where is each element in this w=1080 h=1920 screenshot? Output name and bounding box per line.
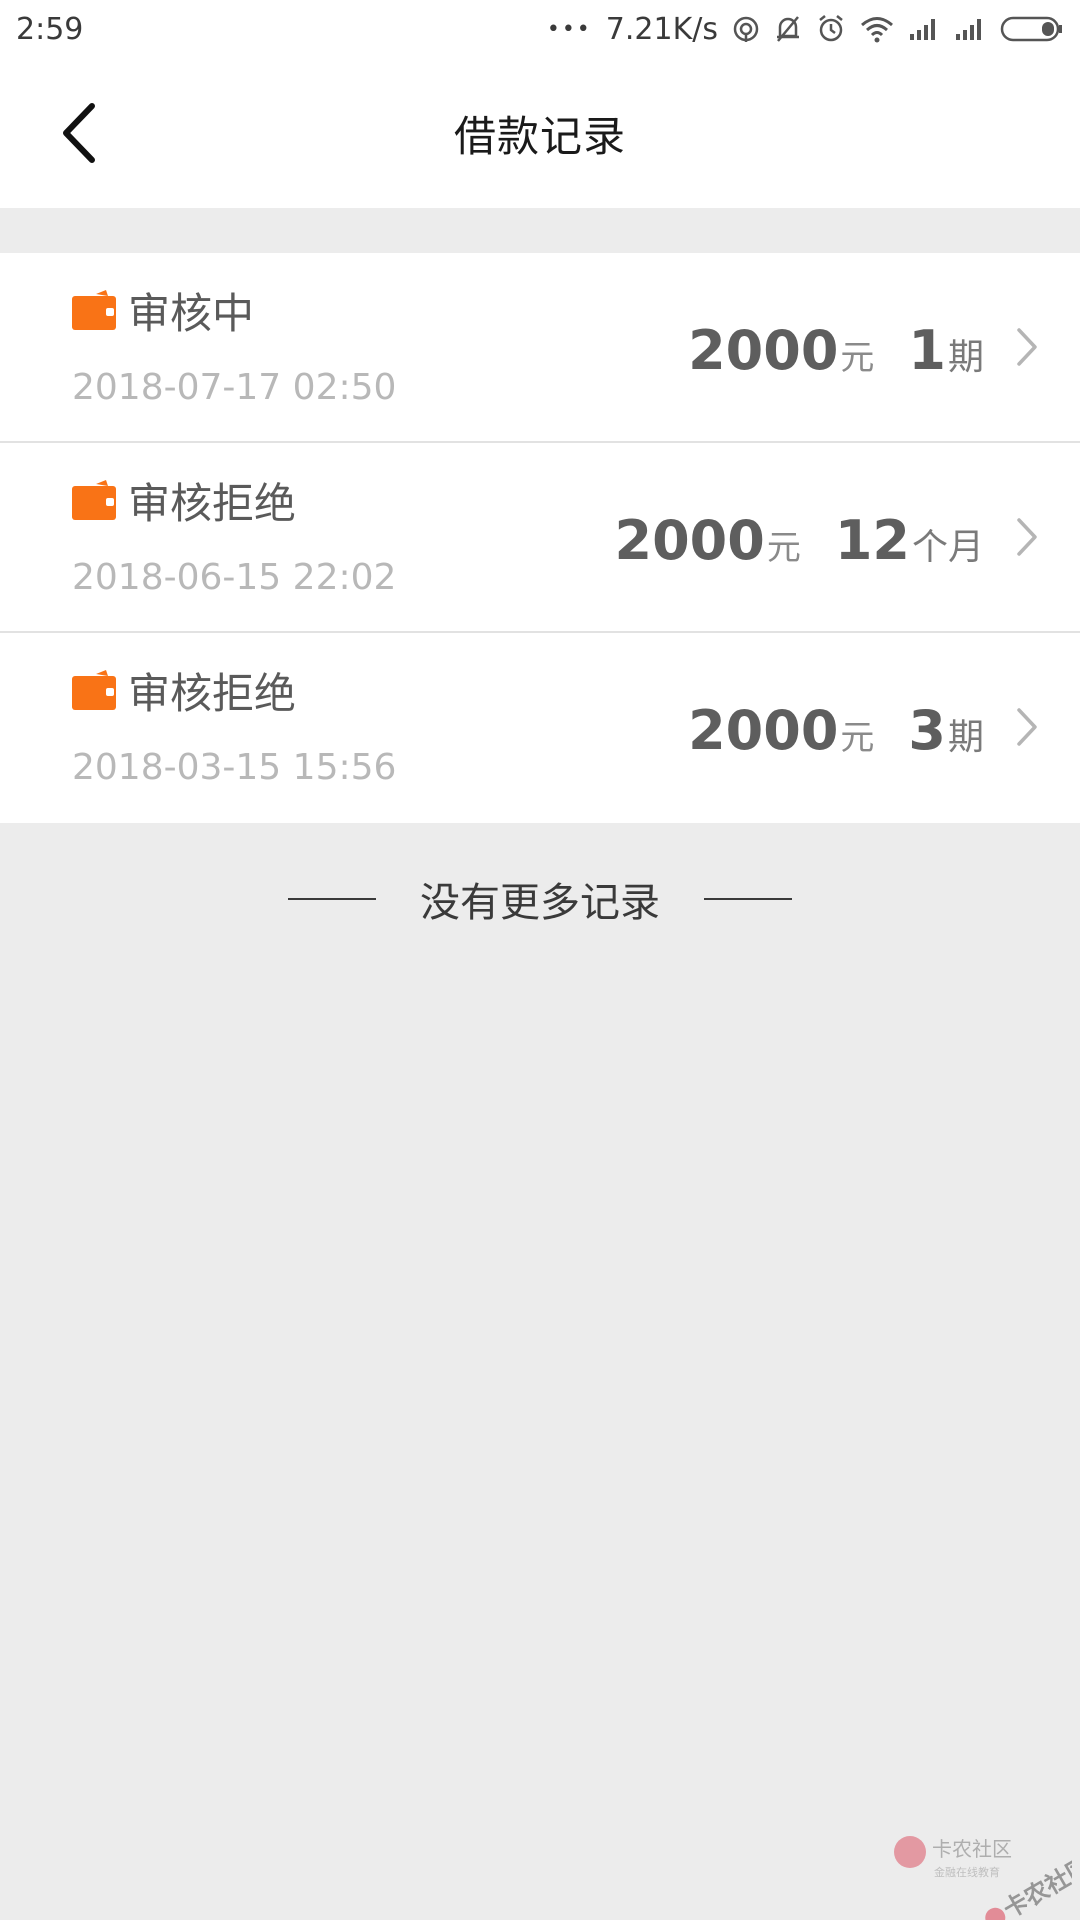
status-icons: ••• 7.21K/s — [547, 12, 1064, 47]
network-speed: 7.21K/s — [605, 11, 718, 47]
wifi-icon — [860, 15, 894, 43]
list-item[interactable]: 审核中 2018-07-17 02:50 2000 元 1 期 — [0, 253, 1080, 443]
record-summary: 2000 元 12 个月 — [615, 509, 984, 572]
record-summary: 2000 元 1 期 — [688, 319, 984, 382]
list-item[interactable]: 审核拒绝 2018-03-15 15:56 2000 元 3 期 — [0, 633, 1080, 823]
record-status: 审核拒绝 — [128, 669, 297, 718]
battery-icon — [1000, 15, 1064, 43]
status-time: 2:59 — [16, 11, 84, 47]
record-term: 3 — [908, 699, 946, 762]
record-date: 2018-03-15 15:56 — [72, 747, 397, 788]
record-term: 12 — [834, 509, 910, 572]
record-list: 审核中 2018-07-17 02:50 2000 元 1 期 审核拒绝 201… — [0, 253, 1080, 823]
record-term-unit: 期 — [947, 717, 984, 758]
chevron-right-icon — [1017, 708, 1037, 746]
hotspot-icon — [732, 15, 760, 43]
record-amount: 2000 — [688, 699, 839, 762]
status-bar: 2:59 ••• 7.21K/s — [0, 0, 1080, 58]
record-status: 审核拒绝 — [128, 479, 297, 528]
record-amount: 2000 — [688, 319, 839, 382]
watermark-brand-stamp: 卡农社区 — [999, 1852, 1072, 1920]
record-amount: 2000 — [614, 509, 765, 572]
bell-off-icon — [774, 14, 802, 44]
alarm-icon — [816, 14, 846, 44]
page-title: 借款记录 — [453, 111, 626, 161]
record-amount-unit: 元 — [840, 338, 875, 378]
chevron-right-icon — [1017, 518, 1037, 556]
no-more-text: 没有更多记录 — [420, 880, 660, 926]
watermark-brand: 卡农社区 — [932, 1837, 1012, 1861]
record-date: 2018-06-15 22:02 — [72, 557, 397, 598]
divider-line — [704, 898, 792, 900]
signal-icon — [954, 17, 986, 41]
record-amount-unit: 元 — [840, 718, 875, 758]
chevron-left-icon — [63, 103, 95, 163]
divider-line — [288, 898, 376, 900]
wallet-icon — [72, 480, 116, 520]
record-term-unit: 期 — [947, 337, 984, 378]
watermark-logo: 卡农社区 金融在线教育 卡农社区 — [894, 1836, 1072, 1920]
status-dots: ••• — [546, 16, 592, 42]
record-amount-unit: 元 — [766, 528, 801, 568]
back-button[interactable] — [52, 98, 108, 168]
record-date: 2018-07-17 02:50 — [72, 367, 397, 408]
record-summary: 2000 元 3 期 — [688, 699, 984, 762]
record-term: 1 — [908, 319, 946, 382]
wallet-icon — [72, 670, 116, 710]
watermark-tagline: 金融在线教育 — [934, 1865, 1000, 1879]
wallet-icon — [72, 290, 116, 330]
record-status: 审核中 — [128, 289, 255, 338]
record-term-unit: 个月 — [911, 527, 984, 568]
chevron-right-icon — [1017, 328, 1037, 366]
nav-header: 借款记录 — [0, 58, 1080, 208]
list-item[interactable]: 审核拒绝 2018-06-15 22:02 2000 元 12 个月 — [0, 443, 1080, 633]
signal-icon — [908, 17, 940, 41]
no-more-records: 没有更多记录 — [0, 870, 1080, 928]
